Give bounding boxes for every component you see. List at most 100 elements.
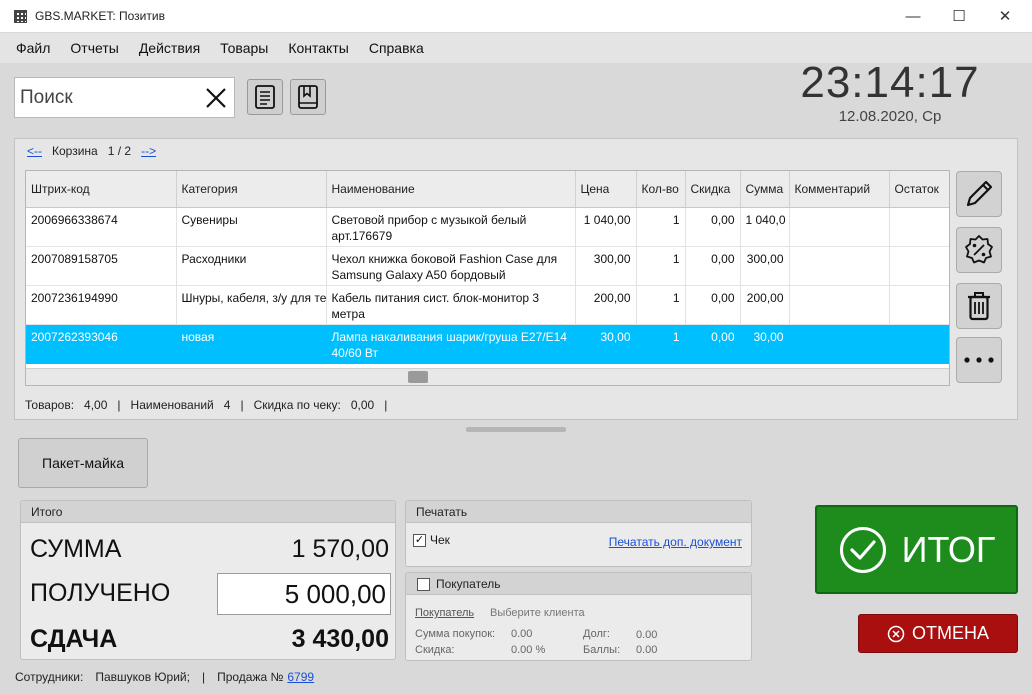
table-row[interactable]: 2007089158705 Расходники Чехол книжка бо… bbox=[26, 246, 949, 286]
cell-qty: 1 bbox=[636, 285, 686, 325]
print-extra-document-link[interactable]: Печатать доп. документ bbox=[609, 535, 742, 549]
maximize-button[interactable]: ☐ bbox=[936, 0, 982, 32]
cart-prev-link[interactable]: <-- bbox=[27, 144, 42, 158]
cell-qty: 1 bbox=[636, 207, 686, 247]
sale-number-link[interactable]: 6799 bbox=[287, 670, 314, 684]
table-row-selected[interactable]: 2007262393046 новая Лампа накаливания ша… bbox=[26, 324, 949, 364]
col-name[interactable]: Наименование bbox=[326, 171, 576, 208]
trash-icon bbox=[968, 292, 990, 321]
col-qty[interactable]: Кол-во bbox=[636, 171, 686, 208]
scrollbar-thumb[interactable] bbox=[408, 371, 428, 383]
sum-label: СУММА bbox=[30, 535, 122, 563]
cell-name: Световой прибор с музыкой белый арт.1766… bbox=[326, 207, 576, 247]
table-row[interactable]: 2006966338674 Сувениры Световой прибор с… bbox=[26, 207, 949, 247]
horizontal-scrollbar[interactable] bbox=[26, 368, 949, 385]
more-icon bbox=[964, 357, 994, 363]
buyer-link[interactable]: Покупатель bbox=[415, 607, 474, 619]
menu-help[interactable]: Справка bbox=[359, 40, 434, 56]
edit-item-button[interactable] bbox=[956, 171, 1002, 217]
col-category[interactable]: Категория bbox=[176, 171, 327, 208]
cell-discount: 0,00 bbox=[685, 246, 741, 286]
debt-label: Долг: bbox=[583, 628, 610, 640]
items-count-label: Товаров: bbox=[25, 398, 75, 412]
cell-sum: 300,00 bbox=[740, 246, 790, 286]
cell-price: 200,00 bbox=[575, 285, 637, 325]
buyer-header: Покупатель bbox=[406, 573, 751, 595]
cancel-sale-button[interactable]: ОТМЕНА bbox=[858, 614, 1018, 653]
col-sum[interactable]: Сумма bbox=[740, 171, 790, 208]
separator: | bbox=[240, 398, 244, 412]
cell-barcode: 2007089158705 bbox=[26, 246, 177, 286]
staff-label: Сотрудники: bbox=[15, 670, 84, 684]
receipt-checkbox[interactable]: ✓ bbox=[413, 534, 426, 547]
list-document-icon bbox=[255, 85, 275, 109]
cell-name: Кабель питания сист. блок-монитор 3 метр… bbox=[326, 285, 576, 325]
cell-price: 300,00 bbox=[575, 246, 637, 286]
menu-file[interactable]: Файл bbox=[6, 40, 60, 56]
names-count-label: Наименований bbox=[130, 398, 214, 412]
menu-contacts[interactable]: Контакты bbox=[278, 40, 358, 56]
cell-comment bbox=[789, 207, 890, 247]
col-comment[interactable]: Комментарий bbox=[789, 171, 890, 208]
separator: | bbox=[384, 398, 388, 412]
more-actions-button[interactable] bbox=[956, 337, 1002, 383]
menu-goods[interactable]: Товары bbox=[210, 40, 278, 56]
cart-panel: <-- Корзина 1 / 2 --> Штрих-код Категори… bbox=[14, 138, 1018, 420]
minimize-button[interactable]: — bbox=[890, 0, 936, 32]
separator: | bbox=[201, 670, 206, 684]
choose-client-text[interactable]: Выберите клиента bbox=[490, 607, 585, 619]
discount-button[interactable] bbox=[956, 227, 1002, 273]
change-value: 3 430,00 bbox=[291, 625, 389, 653]
cell-barcode: 2007236194990 bbox=[26, 285, 177, 325]
cell-category: Шнуры, кабеля, з/у для те bbox=[176, 285, 327, 325]
names-count-value: 4 bbox=[223, 398, 231, 412]
cell-qty: 1 bbox=[636, 246, 686, 286]
cell-stock bbox=[889, 285, 949, 325]
cell-name: Чехол книжка боковой Fashion Case для Sa… bbox=[326, 246, 576, 286]
cell-barcode: 2007262393046 bbox=[26, 324, 177, 364]
search-input[interactable] bbox=[18, 84, 198, 112]
clear-search-icon[interactable] bbox=[202, 84, 230, 112]
bookmark-book-button[interactable] bbox=[290, 79, 326, 115]
points-label: Баллы: bbox=[583, 644, 621, 656]
check-circle-icon bbox=[839, 526, 886, 573]
buyer-checkbox[interactable] bbox=[417, 578, 430, 591]
points-value: 0.00 bbox=[636, 644, 658, 656]
cell-comment bbox=[789, 246, 890, 286]
menu-actions[interactable]: Действия bbox=[129, 40, 210, 56]
print-panel: Печатать ✓ Чек Печатать доп. документ bbox=[405, 500, 752, 567]
cell-sum: 30,00 bbox=[740, 324, 790, 364]
panel-splitter[interactable] bbox=[466, 427, 566, 432]
receipt-discount-value: 0,00 bbox=[350, 398, 375, 412]
col-price[interactable]: Цена bbox=[575, 171, 637, 208]
cart-next-link[interactable]: --> bbox=[141, 144, 156, 158]
receipt-list-button[interactable] bbox=[247, 79, 283, 115]
table-row[interactable]: 2007236194990 Шнуры, кабеля, з/у для те … bbox=[26, 285, 949, 325]
itog-button[interactable]: ИТОГ bbox=[815, 505, 1018, 594]
package-button[interactable]: Пакет-майка bbox=[18, 438, 148, 488]
col-stock[interactable]: Остаток bbox=[889, 171, 949, 208]
menu-reports[interactable]: Отчеты bbox=[60, 40, 128, 56]
col-barcode[interactable]: Штрих-код bbox=[26, 171, 177, 208]
table-header-row: Штрих-код Категория Наименование Цена Ко… bbox=[26, 171, 949, 208]
cart-summary: Товаров: 4,00 | Наименований 4 | Скидка … bbox=[25, 398, 387, 412]
close-window-button[interactable]: ✕ bbox=[982, 0, 1028, 32]
purchases-value: 0.00 bbox=[511, 628, 533, 640]
received-input[interactable]: 5 000,00 bbox=[217, 573, 391, 615]
cell-price: 1 040,00 bbox=[575, 207, 637, 247]
staff-value: Павшуков Юрий; bbox=[95, 670, 190, 684]
cart-table[interactable]: Штрих-код Категория Наименование Цена Ко… bbox=[25, 170, 950, 386]
col-discount[interactable]: Скидка bbox=[685, 171, 741, 208]
print-header: Печатать bbox=[406, 501, 751, 523]
delete-item-button[interactable] bbox=[956, 283, 1002, 329]
cell-discount: 0,00 bbox=[685, 324, 741, 364]
separator: | bbox=[117, 398, 121, 412]
buyer-panel: Покупатель Покупатель Выберите клиента С… bbox=[405, 572, 752, 661]
cell-category: Расходники bbox=[176, 246, 327, 286]
totals-panel: Итого СУММА 1 570,00 ПОЛУЧЕНО 5 000,00 С… bbox=[20, 500, 396, 660]
totals-header: Итого bbox=[21, 501, 395, 523]
cell-sum: 200,00 bbox=[740, 285, 790, 325]
cart-nav: <-- Корзина 1 / 2 --> bbox=[27, 144, 156, 158]
clock-date: 12.08.2020, Ср bbox=[838, 108, 942, 125]
cell-comment bbox=[789, 324, 890, 364]
